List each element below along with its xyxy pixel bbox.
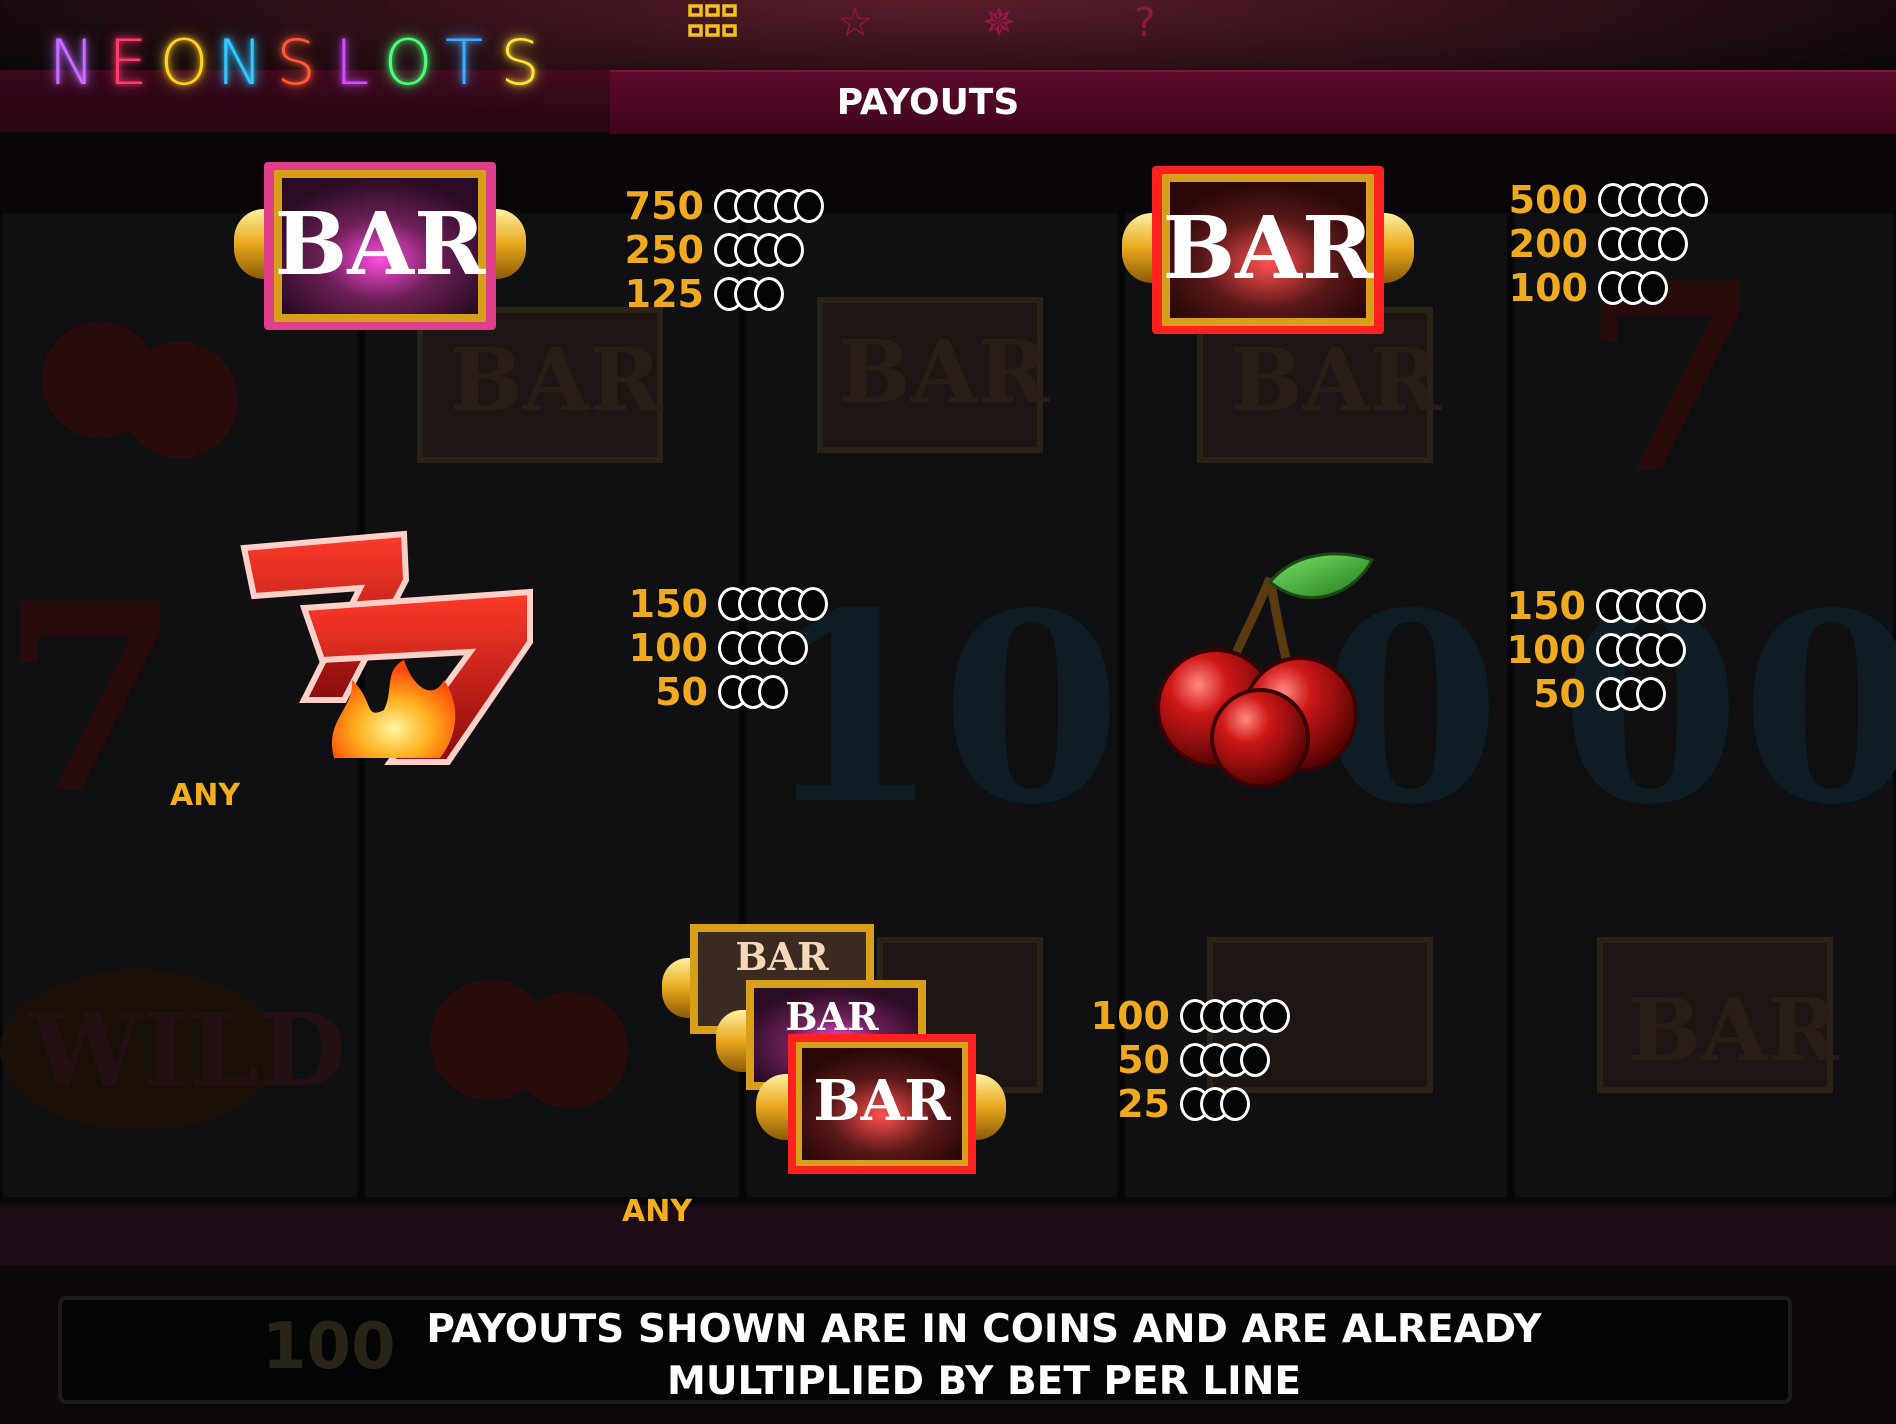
bar-text: BAR [785, 994, 879, 1039]
payout-row: 750 [616, 184, 824, 228]
coin-count-icons [718, 587, 828, 621]
coin-count-icons [1598, 227, 1688, 261]
coin-icon [774, 233, 804, 267]
coin-count-icons [714, 189, 824, 223]
coin-count-icons [1180, 1087, 1250, 1121]
payout-row: 500 [1500, 178, 1708, 222]
payout-value: 100 [1506, 628, 1586, 672]
payout-row: 50 [1080, 1038, 1270, 1082]
coin-count-icons [718, 675, 788, 709]
logo-letter: O [159, 25, 209, 99]
payout-value: 750 [624, 184, 704, 228]
cherries-symbol [1156, 552, 1375, 788]
payout-disclaimer: PAYOUTS SHOWN ARE IN COINS AND ARE ALREA… [0, 1304, 1896, 1408]
coin-count-icons [1180, 1043, 1270, 1077]
logo-letter: N [216, 25, 264, 99]
payout-value: 50 [655, 670, 708, 714]
coin-count-icons [714, 277, 784, 311]
payout-value: 250 [624, 228, 704, 272]
coin-icon [1220, 1087, 1250, 1121]
star-icon[interactable]: ☆ [828, 0, 882, 46]
svg-text:BAR: BAR [838, 322, 1049, 423]
bar-text: BAR [1163, 198, 1374, 299]
coin-icon [1656, 633, 1686, 667]
coin-count-icons [1598, 183, 1708, 217]
sparkle-icon[interactable]: ✵ [972, 0, 1026, 46]
payout-row: 100 [1496, 628, 1686, 672]
bar-text: BAR [735, 934, 829, 979]
logo-letter: T [445, 25, 483, 99]
payout-value: 50 [1117, 1038, 1170, 1082]
any-bar-symbol: BAR BAR BAR [662, 924, 1006, 1174]
payout-value: 100 [1090, 994, 1170, 1038]
logo-letter: S [276, 25, 316, 99]
help-icon[interactable]: ? [1118, 0, 1172, 46]
disclaimer-line-2: MULTIPLIED BY BET PER LINE [667, 1359, 1301, 1404]
payout-row: 25 [1080, 1082, 1250, 1126]
coin-count-icons [1596, 589, 1706, 623]
payout-row: 200 [1500, 222, 1688, 266]
neonslots-logo: NEONSLOTS [44, 22, 548, 102]
coin-icon [1678, 183, 1708, 217]
coin-count-icons [1596, 633, 1686, 667]
payout-value: 200 [1508, 222, 1588, 266]
disclaimer-line-1: PAYOUTS SHOWN ARE IN COINS AND ARE ALREA… [426, 1307, 1542, 1352]
payout-value: 125 [624, 272, 704, 316]
double-seven-symbol [240, 530, 533, 765]
coin-icon [1260, 999, 1290, 1033]
payout-value: 500 [1508, 178, 1588, 222]
coin-count-icons [714, 233, 804, 267]
logo-letter: N [48, 25, 96, 99]
payout-row: 50 [1496, 672, 1666, 716]
coin-count-icons [1180, 999, 1290, 1033]
svg-text:7: 7 [0, 547, 181, 852]
coin-icon [758, 675, 788, 709]
coin-icon [1240, 1043, 1270, 1077]
any-label-bars: ANY [622, 1194, 693, 1229]
logo-letter: S [500, 25, 540, 99]
coin-icon [1636, 677, 1666, 711]
svg-text:BAR: BAR [1230, 330, 1441, 431]
payout-row: 150 [1496, 584, 1706, 628]
bar-text: BAR [813, 1068, 951, 1134]
grid-icon[interactable] [686, 0, 740, 46]
payout-row: 100 [1500, 266, 1668, 310]
payout-value: 25 [1117, 1082, 1170, 1126]
coin-icon [794, 189, 824, 223]
coin-icon [1676, 589, 1706, 623]
payout-row: 250 [616, 228, 804, 272]
red-bar-symbol: BAR [1122, 166, 1414, 334]
payout-row: 50 [620, 670, 788, 714]
logo-letter: L [334, 25, 370, 99]
bar-text: BAR [275, 194, 486, 295]
coin-count-icons [718, 631, 808, 665]
svg-text:WILD: WILD [29, 991, 346, 1109]
payout-value: 50 [1533, 672, 1586, 716]
payout-row: 100 [620, 626, 808, 670]
coin-icon [778, 631, 808, 665]
payout-row: 125 [616, 272, 784, 316]
coin-icon [754, 277, 784, 311]
payout-value: 100 [1508, 266, 1588, 310]
purple-bar-symbol: BAR [234, 162, 526, 330]
payout-row: 150 [620, 582, 828, 626]
coin-icon [1658, 227, 1688, 261]
any-label-sevens: ANY [170, 778, 241, 813]
coin-count-icons [1598, 271, 1668, 305]
svg-text:BAR: BAR [450, 330, 661, 431]
coin-icon [1638, 271, 1668, 305]
coin-count-icons [1596, 677, 1666, 711]
payout-value: 150 [628, 582, 708, 626]
svg-text:BAR: BAR [1628, 980, 1839, 1081]
coin-icon [798, 587, 828, 621]
logo-letter: O [383, 25, 433, 99]
logo-letter: E [108, 25, 148, 99]
payout-value: 150 [1506, 584, 1586, 628]
payout-value: 100 [628, 626, 708, 670]
payout-row: 100 [1080, 994, 1290, 1038]
